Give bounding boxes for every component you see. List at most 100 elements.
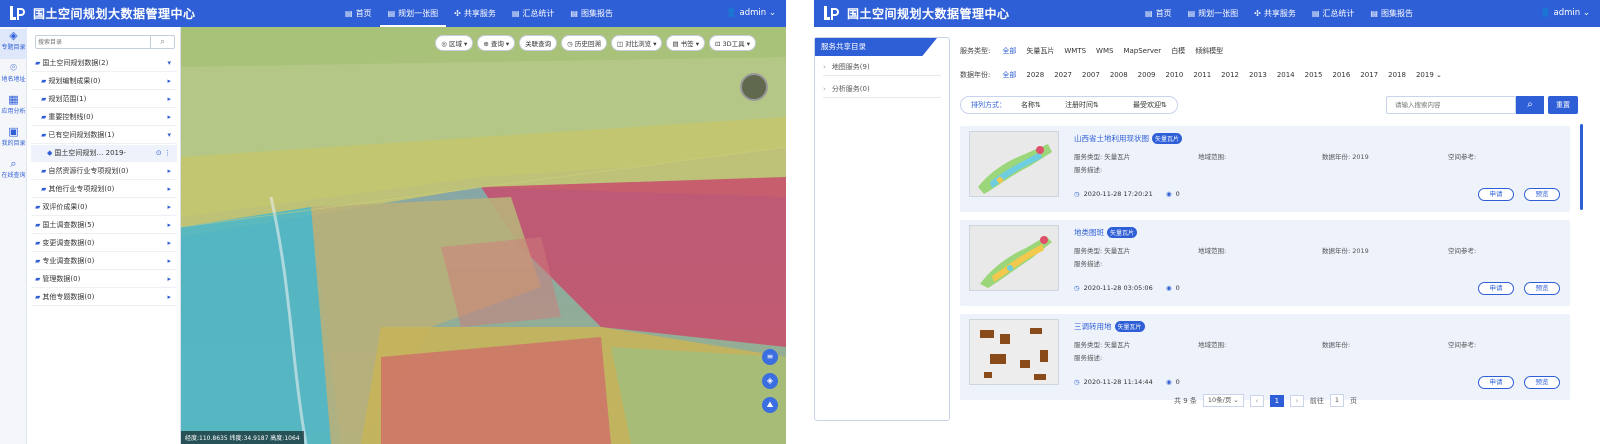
user-menu[interactable]: 👤 admin ⌄: [726, 8, 776, 18]
tree-item[interactable]: ▰ 重要控制线(0) ▸: [31, 109, 177, 126]
history-tool[interactable]: ◷ 历史回溯: [561, 35, 607, 51]
chevron-icon[interactable]: ▾: [167, 127, 171, 143]
service-type-option[interactable]: 全部: [1002, 47, 1016, 55]
service-type-option[interactable]: WMTS: [1064, 47, 1086, 55]
compare-tool[interactable]: ◫ 对比浏览 ▾: [610, 35, 663, 51]
nav-stats[interactable]: ▤ 汇总统计: [1304, 0, 1363, 27]
terrain-icon[interactable]: ⛰: [762, 397, 778, 413]
3d-tools[interactable]: ⊡ 3D工具 ▾: [709, 35, 756, 51]
chevron-icon[interactable]: ▸: [167, 235, 171, 251]
service-title[interactable]: 地类图斑 矢量瓦片: [1074, 227, 1138, 238]
chevron-icon[interactable]: ▸: [167, 163, 171, 179]
bookmark-tool[interactable]: ▤ 书签 ▾: [666, 35, 706, 51]
service-thumbnail[interactable]: [969, 225, 1059, 291]
reset-button[interactable]: 重置: [1548, 96, 1578, 114]
service-search-input[interactable]: [1386, 96, 1516, 114]
nav-atlas[interactable]: ▤ 图集报告: [562, 0, 621, 27]
preview-button[interactable]: 预览: [1524, 376, 1560, 389]
rail-place-names[interactable]: ⌾ 地名地址: [0, 61, 27, 91]
nav-plan-map[interactable]: ▤ 规划一张图: [380, 0, 447, 27]
nav-stats[interactable]: ▤ 汇总统计: [504, 0, 563, 27]
search-icon[interactable]: ⌕: [150, 36, 174, 48]
year-option[interactable]: 2007: [1082, 71, 1100, 79]
sort-by-register-time[interactable]: 注册时间⇅: [1065, 97, 1099, 113]
catalog-item-analysis-services[interactable]: › 分析服务(0): [823, 80, 941, 98]
service-thumbnail[interactable]: [969, 319, 1059, 385]
year-option[interactable]: 2016: [1332, 71, 1350, 79]
service-title[interactable]: 三调转用地 矢量瓦片: [1074, 321, 1145, 332]
tree-item[interactable]: ▰ 国土调查数据(5) ▸: [31, 217, 177, 234]
service-type-option[interactable]: MapServer: [1123, 47, 1161, 55]
nav-share[interactable]: ✣ 共享服务: [1246, 0, 1304, 27]
nav-share[interactable]: ✣ 共享服务: [446, 0, 504, 27]
year-option[interactable]: 2009: [1138, 71, 1156, 79]
nav-home[interactable]: ▤ 首页: [1137, 0, 1180, 27]
chevron-icon[interactable]: ▸: [167, 181, 171, 197]
tree-item[interactable]: ▰ 管理数据(0) ▸: [31, 271, 177, 288]
tree-item[interactable]: ▰ 专业调查数据(0) ▸: [31, 253, 177, 270]
apply-button[interactable]: 申请: [1478, 188, 1514, 201]
service-type-option[interactable]: WMS: [1096, 47, 1113, 55]
tree-item[interactable]: ▰ 自然资源行业专项规划(0) ▸: [31, 163, 177, 180]
tree-item[interactable]: ▰ 其他行业专项规划(0) ▸: [31, 181, 177, 198]
catalog-item-map-services[interactable]: › 地图服务(9): [823, 58, 941, 76]
chevron-icon[interactable]: ▸: [167, 289, 171, 305]
map-3d-view[interactable]: ◎ 区域 ▾ ⊕ 查询 ▾ 关联查询 ◷ 历史回溯 ◫ 对比浏览 ▾ ▤ 书签 …: [181, 27, 786, 444]
year-option[interactable]: 2027: [1054, 71, 1072, 79]
rail-topic-catalog[interactable]: ◈ 专题目录: [0, 29, 27, 59]
prev-page-button[interactable]: ‹: [1249, 394, 1264, 407]
year-option[interactable]: 2014: [1277, 71, 1295, 79]
tree-item[interactable]: ▰ 国土空间规划数据(2) ▾: [31, 55, 177, 72]
year-option[interactable]: 2028: [1026, 71, 1044, 79]
year-option[interactable]: 全部: [1002, 71, 1016, 79]
year-option[interactable]: 2017: [1360, 71, 1378, 79]
year-option[interactable]: 2018: [1388, 71, 1406, 79]
catalog-search-input[interactable]: [38, 37, 150, 47]
page-size-select[interactable]: 10条/页 ⌄: [1202, 394, 1244, 407]
layers-list-icon[interactable]: ≡: [762, 349, 778, 365]
tree-item[interactable]: ▰ 其他专题数据(0) ▸: [31, 289, 177, 306]
chevron-icon[interactable]: ▸: [167, 253, 171, 269]
query-tool[interactable]: ⊕ 查询 ▾: [477, 35, 516, 51]
goto-input[interactable]: 1: [1329, 394, 1345, 407]
chevron-icon[interactable]: ▸: [167, 271, 171, 287]
sort-by-popularity[interactable]: 最受欢迎⇅: [1133, 97, 1167, 113]
tree-item[interactable]: ▰ 已有空间规划数据(1) ▾: [31, 127, 177, 144]
service-type-option[interactable]: 矢量瓦片: [1026, 47, 1054, 55]
tree-item[interactable]: ▰ 双评价成果(0) ▸: [31, 199, 177, 216]
service-card[interactable]: 地类图斑 矢量瓦片 服务类型: 矢量瓦片 地域范围: 数据年份: 2019 空间参考: 服务…: [960, 220, 1570, 306]
user-menu[interactable]: 👤 admin ⌄: [1540, 8, 1590, 18]
nav-plan-map[interactable]: ▤ 规划一张图: [1180, 0, 1247, 27]
year-option[interactable]: 2013: [1249, 71, 1267, 79]
year-option[interactable]: 2011: [1193, 71, 1211, 79]
search-icon[interactable]: ⌕: [1516, 96, 1544, 114]
related-query-tool[interactable]: 关联查询: [519, 35, 558, 51]
sort-by-name[interactable]: 名称⇅: [1021, 97, 1041, 113]
rail-app-analysis[interactable]: ▦ 应用分析: [0, 93, 27, 123]
chevron-icon[interactable]: ▸: [167, 199, 171, 215]
apply-button[interactable]: 申请: [1478, 282, 1514, 295]
chevron-icon[interactable]: ▸: [167, 73, 171, 89]
chevron-icon[interactable]: ▾: [167, 55, 171, 71]
apply-button[interactable]: 申请: [1478, 376, 1514, 389]
nav-home[interactable]: ▤ 首页: [337, 0, 380, 27]
year-option[interactable]: 2010: [1166, 71, 1184, 79]
compass-icon[interactable]: [740, 73, 768, 101]
rail-my-catalog[interactable]: ▣ 我的目录: [0, 125, 27, 155]
service-card[interactable]: 山西省土地利用现状图 矢量瓦片 服务类型: 矢量瓦片 地域范围: 数据年份: 2019 空…: [960, 126, 1570, 212]
tree-item[interactable]: ▰ 变更调查数据(0) ▸: [31, 235, 177, 252]
layer-toggle-icon[interactable]: ⊙ ⋮: [156, 145, 171, 161]
chevron-icon[interactable]: ▸: [167, 217, 171, 233]
service-thumbnail[interactable]: [969, 131, 1059, 197]
page-1-button[interactable]: 1: [1269, 394, 1284, 407]
service-card[interactable]: 三调转用地 矢量瓦片 服务类型: 矢量瓦片 地域范围: 数据年份: 空间参考: 服务描述: ◷…: [960, 314, 1570, 400]
preview-button[interactable]: 预览: [1524, 188, 1560, 201]
year-option[interactable]: 2012: [1221, 71, 1239, 79]
year-option[interactable]: 2015: [1305, 71, 1323, 79]
tree-item[interactable]: ▰ 规划编制成果(0) ▸: [31, 73, 177, 90]
chevron-icon[interactable]: ▸: [167, 91, 171, 107]
basemap-icon[interactable]: ◈: [762, 373, 778, 389]
service-type-option[interactable]: 白模: [1171, 47, 1185, 55]
service-title[interactable]: 山西省土地利用现状图 矢量瓦片: [1074, 133, 1183, 144]
region-tool[interactable]: ◎ 区域 ▾: [435, 35, 474, 51]
